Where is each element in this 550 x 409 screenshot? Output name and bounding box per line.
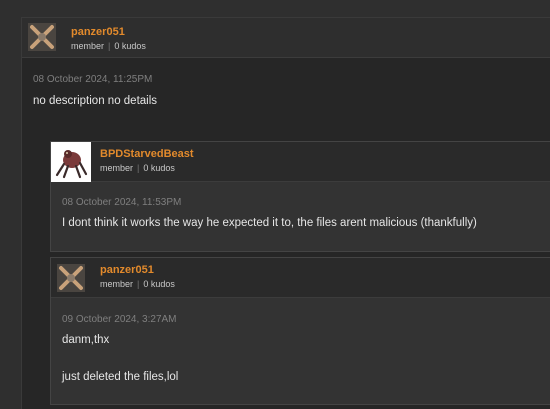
user-role: member <box>100 279 134 289</box>
avatar[interactable] <box>51 142 91 182</box>
comment-body: I dont think it works the way he expecte… <box>62 217 477 229</box>
comment-meta: member | 0 kudos <box>100 163 175 173</box>
comment-header: BPDStarvedBeast member | 0 kudos <box>51 142 550 182</box>
meta-separator: | <box>137 279 140 289</box>
meta-separator: | <box>108 41 111 51</box>
user-kudos: 0 kudos <box>143 163 175 173</box>
avatar[interactable] <box>57 264 85 292</box>
comment-date: 08 October 2024, 11:53PM <box>62 197 182 208</box>
avatar[interactable] <box>28 23 56 51</box>
gear-cross-icon <box>57 264 85 292</box>
comment-body-line: just deleted the files,lol <box>62 371 179 383</box>
comment-body-line: danm,thx <box>62 334 110 346</box>
meta-separator: | <box>137 163 140 173</box>
comment-date: 09 October 2024, 3:27AM <box>62 314 177 325</box>
user-role: member <box>100 163 134 173</box>
comment-header: panzer051 member | 0 kudos <box>51 258 550 298</box>
comment-header: panzer051 member | 0 kudos <box>22 18 550 58</box>
comment-author[interactable]: panzer051 <box>100 264 154 276</box>
comment-thread: panzer051 member | 0 kudos 08 October 2024… <box>21 17 550 409</box>
comment-meta: member | 0 kudos <box>71 41 146 51</box>
comment-body: no description no details <box>33 95 158 107</box>
reply-comment: panzer051 member | 0 kudos 09 October 2024… <box>50 257 550 405</box>
user-role: member <box>71 41 105 51</box>
creature-avatar-icon <box>51 142 91 182</box>
comment-author[interactable]: BPDStarvedBeast <box>100 148 194 160</box>
gear-cross-icon <box>28 23 56 51</box>
comment-meta: member | 0 kudos <box>100 279 175 289</box>
comment-author[interactable]: panzer051 <box>71 26 125 38</box>
reply-comment: BPDStarvedBeast member | 0 kudos 08 Octobe… <box>50 141 550 252</box>
comment-date: 08 October 2024, 11:25PM <box>33 74 153 85</box>
user-kudos: 0 kudos <box>114 41 146 51</box>
user-kudos: 0 kudos <box>143 279 175 289</box>
